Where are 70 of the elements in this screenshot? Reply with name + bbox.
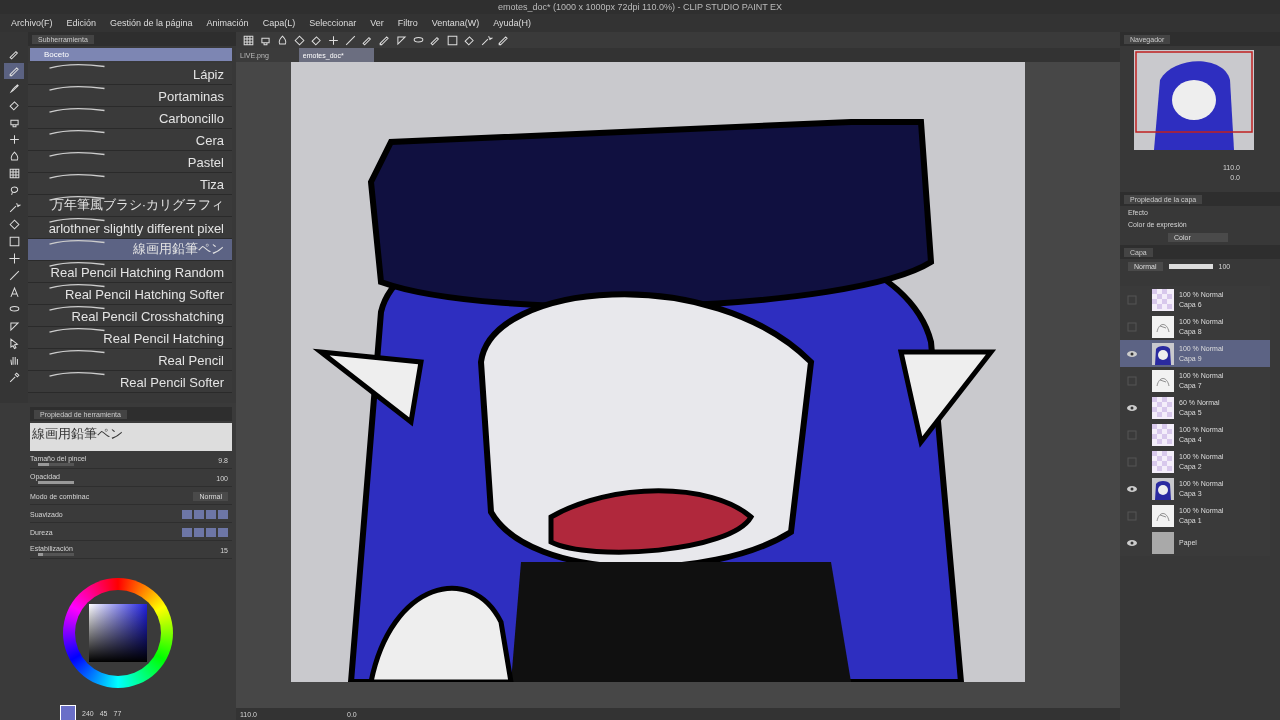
character-thumbnail: [1152, 342, 1174, 365]
menu-item[interactable]: Ayuda(H): [486, 18, 539, 28]
brush-item[interactable]: 線画用鉛筆ペン: [28, 239, 232, 261]
preset-selector[interactable]: [182, 510, 228, 520]
brush-item[interactable]: Real Pencil Softer: [28, 371, 232, 393]
brush-icon: [7, 81, 21, 95]
wand-icon: [480, 33, 493, 47]
menu-item[interactable]: Gestión de la página: [103, 18, 200, 28]
brush-item[interactable]: Real Pencil Hatching Softer: [28, 283, 232, 305]
sketch-thumbnail: [1152, 315, 1174, 338]
transparent-thumbnail: [1152, 396, 1174, 419]
brush-item[interactable]: Real Pencil Hatching Random: [28, 261, 232, 283]
brush-item[interactable]: Real Pencil: [28, 349, 232, 371]
pencil-icon: [7, 64, 21, 78]
brush-item[interactable]: Pastel: [28, 151, 232, 173]
ruler-icon: [395, 33, 408, 47]
slider-fill[interactable]: [38, 553, 44, 557]
sketch-thumbnail: [1152, 369, 1174, 392]
brush-item[interactable]: Real Pencil Crosshatching: [28, 305, 232, 327]
brush-item[interactable]: arlothner slightly different pixel: [28, 217, 232, 239]
brush-item[interactable]: Cera: [28, 129, 232, 151]
transparent-thumbnail: [1152, 288, 1174, 311]
slider-fill[interactable]: [38, 463, 49, 467]
main-color-swatch[interactable]: [60, 705, 76, 720]
menu-item[interactable]: Edición: [59, 18, 104, 28]
eye-icon[interactable]: [1126, 348, 1138, 359]
eyedropper-icon: [7, 370, 21, 384]
grid-icon: [7, 166, 21, 180]
menu-item[interactable]: Animación: [199, 18, 256, 28]
toolbar-button[interactable]: [242, 33, 255, 47]
eye-icon[interactable]: [1126, 483, 1138, 494]
menu-item[interactable]: Seleccionar: [302, 18, 364, 28]
wand-icon: [7, 200, 21, 214]
opacity-slider-fill[interactable]: [1168, 264, 1213, 269]
subtool-group[interactable]: Boceto: [30, 48, 232, 61]
eye-icon[interactable]: [1126, 402, 1138, 413]
slider-fill[interactable]: [38, 481, 74, 485]
toolbar-button[interactable]: [480, 33, 493, 47]
brush-preview-label: 線画用鉛筆ペン: [32, 426, 123, 442]
toolbar-button[interactable]: [378, 33, 391, 47]
brush-item[interactable]: Lápiz: [28, 63, 232, 85]
toolbar-button[interactable]: [344, 33, 357, 47]
toolbar-button[interactable]: [497, 33, 510, 47]
pencil-icon: [378, 33, 391, 47]
eye-icon[interactable]: [1126, 537, 1138, 548]
brush-item[interactable]: Portaminas: [28, 85, 232, 107]
pencil-icon: [497, 33, 510, 47]
transparent-thumbnail: [1152, 423, 1174, 446]
menu-item[interactable]: Archivo(F): [4, 18, 60, 28]
ruler-icon: [7, 319, 21, 333]
menu-item[interactable]: Ventana(W): [424, 18, 487, 28]
line-icon: [7, 268, 21, 282]
brush-item[interactable]: Real Pencil Hatching: [28, 327, 232, 349]
toolbar-button[interactable]: [395, 33, 408, 47]
brush-item[interactable]: Carboncillo: [28, 107, 232, 129]
pointer-icon: [7, 336, 21, 350]
menu-item[interactable]: Capa(L): [255, 18, 303, 28]
grid-icon: [242, 33, 255, 47]
sketch-thumbnail: [1152, 504, 1174, 527]
window-title: emotes_doc* (1000 x 1000px 72dpi 110.0%) - CLIP STUDIO PAINT EX: [498, 2, 782, 12]
paper-thumbnail: [1152, 531, 1174, 554]
text-icon: [7, 285, 21, 299]
preset-selector[interactable]: [182, 528, 228, 538]
menu-item[interactable]: Filtro: [390, 18, 425, 28]
transparent-thumbnail: [1152, 450, 1174, 473]
brush-item[interactable]: Tiza: [28, 173, 232, 195]
move-icon: [7, 251, 21, 265]
menu-item[interactable]: Ver: [363, 18, 391, 28]
character-thumbnail: [1152, 477, 1174, 500]
line-icon: [344, 33, 357, 47]
